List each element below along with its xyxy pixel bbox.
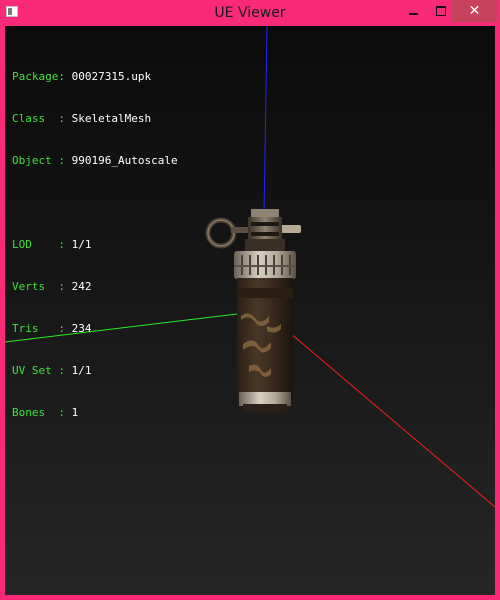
object-value: 990196_Autoscale xyxy=(71,154,178,167)
package-label: Package: xyxy=(12,70,65,83)
bones-value: 1 xyxy=(71,406,79,419)
tris-label: Tris : xyxy=(12,322,65,335)
lod-value: 1/1 xyxy=(71,238,92,251)
tris-value: 234 xyxy=(71,322,92,335)
lod-label: LOD : xyxy=(12,238,65,251)
class-value: SkeletalMesh xyxy=(71,112,152,125)
object-label: Object : xyxy=(12,154,65,167)
3d-viewport[interactable]: Package: 00027315.upk Class : SkeletalMe… xyxy=(5,26,495,595)
minimize-icon xyxy=(408,13,418,15)
app-window: UE Viewer ✕ Package: 00027315.upk Class … xyxy=(0,0,500,600)
maximize-icon xyxy=(436,6,446,16)
close-icon: ✕ xyxy=(468,3,481,19)
close-button[interactable]: ✕ xyxy=(452,0,497,22)
uvset-label: UV Set : xyxy=(12,364,65,377)
mesh-model xyxy=(205,209,301,412)
verts-label: Verts : xyxy=(12,280,65,293)
axis-x xyxy=(276,321,495,508)
minimize-button[interactable] xyxy=(400,0,426,22)
package-value: 00027315.upk xyxy=(71,70,152,83)
bones-label: Bones : xyxy=(12,406,65,419)
uvset-value: 1/1 xyxy=(71,364,92,377)
axis-y xyxy=(263,26,268,217)
class-label: Class : xyxy=(12,112,65,125)
mesh-info-panel: Package: 00027315.upk Class : SkeletalMe… xyxy=(12,42,178,448)
maximize-button[interactable] xyxy=(428,0,454,22)
verts-value: 242 xyxy=(71,280,92,293)
title-bar[interactable]: UE Viewer ✕ xyxy=(0,0,500,26)
